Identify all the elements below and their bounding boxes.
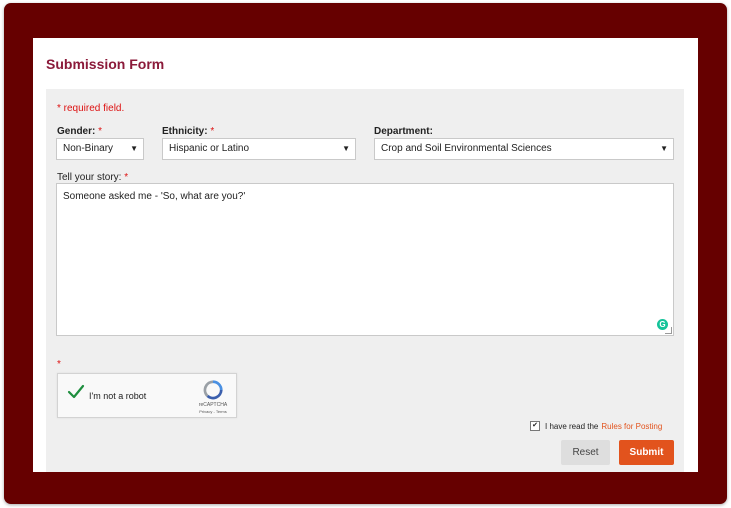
required-marker: * xyxy=(98,126,103,137)
required-note: * required field. xyxy=(57,103,125,114)
ethnicity-select[interactable]: Hispanic or Latino ▼ xyxy=(162,138,356,160)
recaptcha-brand: reCAPTCHA xyxy=(198,402,228,408)
required-marker: * xyxy=(124,172,129,183)
caret-down-icon: ▼ xyxy=(342,144,350,153)
checkmark-icon[interactable] xyxy=(67,383,85,401)
story-label: Tell your story: * xyxy=(57,172,129,183)
page-title: Submission Form xyxy=(46,56,165,72)
resize-handle-icon[interactable] xyxy=(665,327,672,334)
rules-link[interactable]: Rules for Posting xyxy=(601,422,662,431)
captcha-label: I'm not a robot xyxy=(89,391,147,401)
department-label: Department: xyxy=(374,126,433,137)
gender-label: Gender: * xyxy=(57,126,103,137)
rules-checkbox[interactable]: ✔ xyxy=(530,421,540,431)
recaptcha-widget[interactable]: I'm not a robot reCAPTCHA Privacy - Term… xyxy=(57,373,237,418)
caret-down-icon: ▼ xyxy=(130,144,138,153)
reset-button[interactable]: Reset xyxy=(561,440,610,465)
recaptcha-terms-link[interactable]: Privacy - Terms xyxy=(194,409,232,414)
caret-down-icon: ▼ xyxy=(660,144,668,153)
submit-button[interactable]: Submit xyxy=(619,440,674,465)
rules-text: I have read the xyxy=(545,421,599,431)
rules-agreement: ✔ I have read the Rules for Posting xyxy=(530,421,662,431)
recaptcha-logo-icon xyxy=(203,380,223,400)
required-marker: * xyxy=(57,359,61,370)
required-marker: * xyxy=(210,126,215,137)
ethnicity-label: Ethnicity: * xyxy=(162,126,215,137)
story-textarea[interactable]: Someone asked me - 'So, what are you?' G xyxy=(56,183,674,336)
gender-select[interactable]: Non-Binary ▼ xyxy=(56,138,144,160)
department-select[interactable]: Crop and Soil Environmental Sciences ▼ xyxy=(374,138,674,160)
